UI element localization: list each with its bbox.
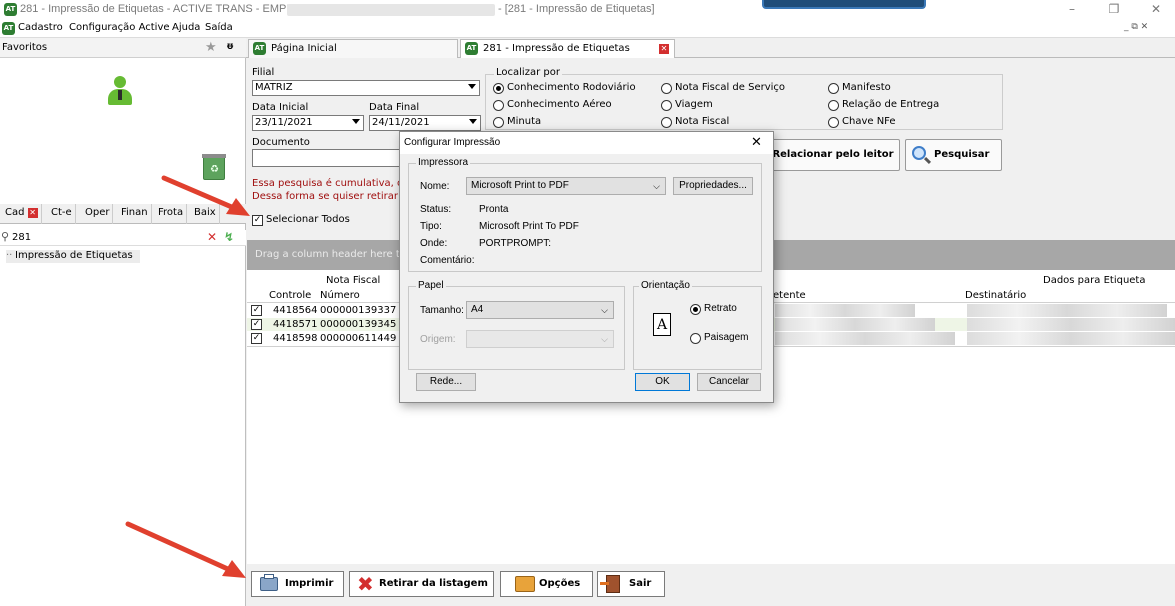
arrow-to-select-all xyxy=(161,175,250,216)
arrow-to-imprimir xyxy=(125,521,246,578)
annotation-overlay xyxy=(125,175,250,578)
